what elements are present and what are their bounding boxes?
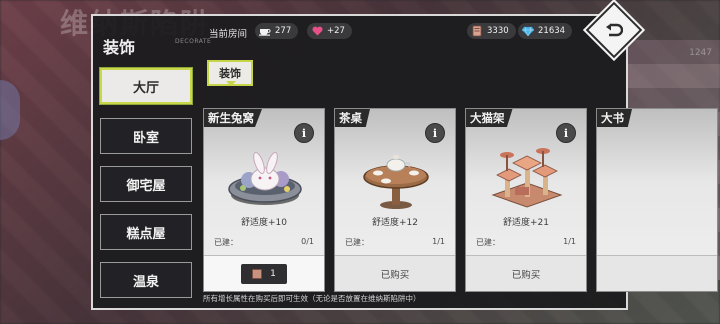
built-label: 已建： bbox=[476, 238, 500, 247]
item-name: 大书 bbox=[597, 109, 632, 127]
gem-value: 21634 bbox=[538, 26, 566, 36]
info-icon[interactable]: i bbox=[425, 123, 445, 143]
teacup-icon bbox=[259, 25, 271, 37]
room-score-pill: 277 bbox=[255, 23, 299, 39]
built-count-row: 已建： 0/1 bbox=[214, 237, 314, 248]
comfort-bonus: 舒适度+12 bbox=[372, 218, 418, 228]
item-card[interactable]: 新生兔窝 i 舒适度+10 已建： 0/1 1 bbox=[203, 108, 325, 292]
info-icon[interactable]: i bbox=[556, 123, 576, 143]
buy-button[interactable]: 1 bbox=[241, 263, 287, 284]
category-otaku-room[interactable]: 御宅屋 bbox=[100, 166, 192, 202]
built-label: 已建： bbox=[214, 238, 238, 247]
item-card[interactable]: 大猫架 i 舒适度+21 已建： 1/1 已购买 bbox=[465, 108, 587, 292]
item-card[interactable]: 大书 bbox=[596, 108, 718, 292]
effect-footnote: 所有增长属性在购买后即可生效（无论是否放置在维纳斯陷阱中） bbox=[203, 294, 421, 303]
dialog-title: 装饰 bbox=[103, 38, 136, 57]
category-hot-spring[interactable]: 温泉 bbox=[100, 262, 192, 298]
heart-value: +27 bbox=[327, 26, 345, 36]
tab-decorate[interactable]: 装饰 bbox=[207, 60, 253, 86]
built-count-row: 已建： 1/1 bbox=[476, 237, 576, 248]
ticket-value: 3330 bbox=[487, 26, 509, 36]
game-screen: 维纳斯陷阱 1247 装饰 DECORATE 当前房间 277 +27 3330 bbox=[0, 0, 720, 324]
item-card[interactable]: 茶桌 i 舒适度+12 已建： 1/1 已购买 bbox=[334, 108, 456, 292]
category-pastry-shop[interactable]: 糕点屋 bbox=[100, 214, 192, 250]
comfort-bonus: 舒适度+21 bbox=[503, 218, 549, 228]
room-score-value: 277 bbox=[275, 26, 292, 36]
heart-pill: +27 bbox=[307, 23, 352, 39]
item-name: 新生兔窝 bbox=[204, 109, 262, 127]
info-icon[interactable]: i bbox=[294, 123, 314, 143]
built-count-row: 已建： 1/1 bbox=[345, 237, 445, 248]
item-name: 大猫架 bbox=[466, 109, 513, 127]
rabbit-nest-image bbox=[228, 152, 302, 205]
heart-icon bbox=[311, 25, 323, 37]
ticket-pill[interactable]: 3330 bbox=[467, 23, 516, 39]
dialog-subtitle: DECORATE bbox=[175, 38, 212, 45]
built-value: 0/1 bbox=[301, 237, 314, 246]
ticket-icon bbox=[471, 25, 483, 37]
built-value: 1/1 bbox=[432, 237, 445, 246]
gem-icon bbox=[522, 25, 534, 37]
price-value: 1 bbox=[270, 268, 276, 279]
purchased-status bbox=[597, 255, 717, 291]
category-bedroom[interactable]: 卧室 bbox=[100, 118, 192, 154]
return-arrow-icon bbox=[606, 23, 623, 37]
purchased-status: 已购买 bbox=[466, 255, 586, 291]
card-footer: 1 bbox=[204, 255, 324, 291]
category-lobby[interactable]: 大厅 bbox=[100, 68, 192, 104]
comfort-bonus: 舒适度+10 bbox=[241, 218, 287, 228]
item-name: 茶桌 bbox=[335, 109, 370, 127]
background-side-number: 1247 bbox=[689, 48, 712, 58]
tea-table-image bbox=[363, 155, 429, 209]
ticket-icon bbox=[252, 268, 263, 279]
current-room-label: 当前房间 bbox=[209, 29, 248, 40]
cat-tower-image bbox=[491, 148, 563, 208]
gem-pill[interactable]: 21634 bbox=[518, 23, 573, 39]
decorate-dialog: 装饰 DECORATE 当前房间 277 +27 3330 21634 大厅 卧… bbox=[91, 1, 718, 310]
built-value: 1/1 bbox=[563, 237, 576, 246]
built-label: 已建： bbox=[345, 238, 369, 247]
purchased-status: 已购买 bbox=[335, 255, 455, 291]
